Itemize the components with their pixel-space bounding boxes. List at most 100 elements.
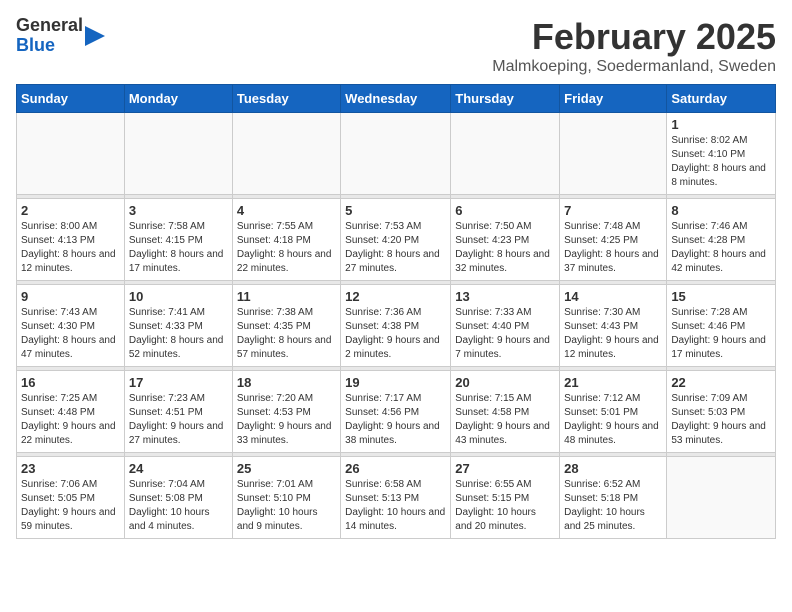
location-title: Malmkoeping, Soedermanland, Sweden <box>492 58 776 76</box>
day-number: 16 <box>21 375 120 390</box>
day-number: 12 <box>345 289 446 304</box>
day-number: 21 <box>564 375 662 390</box>
calendar-cell: 8Sunrise: 7:46 AM Sunset: 4:28 PM Daylig… <box>667 199 776 281</box>
day-number: 13 <box>455 289 555 304</box>
calendar-cell: 22 Sunrise: 7:09 AM Sunset: 5:03 PM Dayli… <box>667 371 776 453</box>
logo-text: General Blue <box>16 16 83 56</box>
day-info: Sunrise: 7:36 AM Sunset: 4:38 PM Dayligh… <box>345 306 446 362</box>
day-header-tuesday: Tuesday <box>232 85 340 113</box>
day-info: Sunrise: 7:50 AM Sunset: 4:23 PM Dayligh… <box>455 220 555 276</box>
day-number: 23 <box>21 461 120 476</box>
calendar-week-row: 16 Sunrise: 7:25 AM Sunset: 4:48 PM Dayli… <box>17 371 776 453</box>
day-number: 9 <box>21 289 120 304</box>
calendar-cell: 6 Sunrise: 7:50 AM Sunset: 4:23 PM Daylig… <box>451 199 560 281</box>
day-number: 26 <box>345 461 446 476</box>
day-info: Sunrise: 7:46 AM Sunset: 4:28 PM Dayligh… <box>671 220 771 276</box>
calendar-cell: 1 Sunrise: 8:02 AM Sunset: 4:10 PM Daylig… <box>667 113 776 195</box>
day-info: Sunrise: 7:38 AM Sunset: 4:35 PM Dayligh… <box>237 306 336 362</box>
calendar-cell: 2 Sunrise: 8:00 AM Sunset: 4:13 PM Daylig… <box>17 199 125 281</box>
calendar-cell: 11 Sunrise: 7:38 AM Sunset: 4:35 PM Dayli… <box>232 285 340 367</box>
day-info: Sunrise: 7:41 AM Sunset: 4:33 PM Dayligh… <box>129 306 228 362</box>
day-number: 19 <box>345 375 446 390</box>
day-info: Sunrise: 7:28 AM Sunset: 4:46 PM Dayligh… <box>671 306 771 362</box>
calendar-cell: 4Sunrise: 7:55 AM Sunset: 4:18 PM Daylig… <box>232 199 340 281</box>
day-number: 17 <box>129 375 228 390</box>
calendar-week-row: 2 Sunrise: 8:00 AM Sunset: 4:13 PM Daylig… <box>17 199 776 281</box>
day-header-thursday: Thursday <box>451 85 560 113</box>
day-number: 27 <box>455 461 555 476</box>
day-info: Sunrise: 8:00 AM Sunset: 4:13 PM Dayligh… <box>21 220 120 276</box>
day-info: Sunrise: 7:30 AM Sunset: 4:43 PM Dayligh… <box>564 306 662 362</box>
day-number: 1 <box>671 117 771 132</box>
calendar-cell: 17 Sunrise: 7:23 AM Sunset: 4:51 PM Dayli… <box>124 371 232 453</box>
calendar-cell: 19 Sunrise: 7:17 AM Sunset: 4:56 PM Dayli… <box>341 371 451 453</box>
day-number: 2 <box>21 203 120 218</box>
day-info: Sunrise: 7:58 AM Sunset: 4:15 PM Dayligh… <box>129 220 228 276</box>
calendar-cell: 21 Sunrise: 7:12 AM Sunset: 5:01 PM Dayli… <box>560 371 667 453</box>
calendar-cell: 12 Sunrise: 7:36 AM Sunset: 4:38 PM Dayli… <box>341 285 451 367</box>
day-info: Sunrise: 6:58 AM Sunset: 5:13 PM Dayligh… <box>345 478 446 534</box>
day-number: 6 <box>455 203 555 218</box>
logo: General Blue <box>16 16 105 56</box>
day-info: Sunrise: 6:55 AM Sunset: 5:15 PM Dayligh… <box>455 478 555 534</box>
calendar-cell: 16 Sunrise: 7:25 AM Sunset: 4:48 PM Dayli… <box>17 371 125 453</box>
day-info: Sunrise: 7:17 AM Sunset: 4:56 PM Dayligh… <box>345 392 446 448</box>
calendar-week-row: 23 Sunrise: 7:06 AM Sunset: 5:05 PM Dayli… <box>17 457 776 539</box>
calendar-week-row: 1 Sunrise: 8:02 AM Sunset: 4:10 PM Daylig… <box>17 113 776 195</box>
calendar-cell <box>667 457 776 539</box>
day-number: 10 <box>129 289 228 304</box>
calendar-cell <box>17 113 125 195</box>
day-info: Sunrise: 7:15 AM Sunset: 4:58 PM Dayligh… <box>455 392 555 448</box>
calendar-cell <box>560 113 667 195</box>
day-header-sunday: Sunday <box>17 85 125 113</box>
calendar-cell: 28 Sunrise: 6:52 AM Sunset: 5:18 PM Dayli… <box>560 457 667 539</box>
calendar-cell <box>124 113 232 195</box>
day-info: Sunrise: 6:52 AM Sunset: 5:18 PM Dayligh… <box>564 478 662 534</box>
day-header-saturday: Saturday <box>667 85 776 113</box>
day-number: 24 <box>129 461 228 476</box>
day-number: 14 <box>564 289 662 304</box>
calendar-cell: 14 Sunrise: 7:30 AM Sunset: 4:43 PM Dayli… <box>560 285 667 367</box>
day-info: Sunrise: 7:33 AM Sunset: 4:40 PM Dayligh… <box>455 306 555 362</box>
calendar-cell <box>451 113 560 195</box>
calendar-body: 1 Sunrise: 8:02 AM Sunset: 4:10 PM Daylig… <box>17 113 776 539</box>
calendar-cell: 24 Sunrise: 7:04 AM Sunset: 5:08 PM Dayli… <box>124 457 232 539</box>
day-info: Sunrise: 7:12 AM Sunset: 5:01 PM Dayligh… <box>564 392 662 448</box>
logo-arrow-icon <box>85 24 105 48</box>
day-info: Sunrise: 7:55 AM Sunset: 4:18 PM Dayligh… <box>237 220 336 276</box>
day-number: 22 <box>671 375 771 390</box>
day-number: 25 <box>237 461 336 476</box>
day-number: 11 <box>237 289 336 304</box>
calendar-cell: 3Sunrise: 7:58 AM Sunset: 4:15 PM Daylig… <box>124 199 232 281</box>
calendar-cell: 23 Sunrise: 7:06 AM Sunset: 5:05 PM Dayli… <box>17 457 125 539</box>
day-info: Sunrise: 7:01 AM Sunset: 5:10 PM Dayligh… <box>237 478 336 534</box>
calendar-cell: 7Sunrise: 7:48 AM Sunset: 4:25 PM Daylig… <box>560 199 667 281</box>
day-number: 5 <box>345 203 446 218</box>
calendar-cell: 10 Sunrise: 7:41 AM Sunset: 4:33 PM Dayli… <box>124 285 232 367</box>
day-number: 20 <box>455 375 555 390</box>
calendar-cell <box>232 113 340 195</box>
day-info: Sunrise: 7:43 AM Sunset: 4:30 PM Dayligh… <box>21 306 120 362</box>
calendar-cell: 5 Sunrise: 7:53 AM Sunset: 4:20 PM Daylig… <box>341 199 451 281</box>
calendar-cell: 13 Sunrise: 7:33 AM Sunset: 4:40 PM Dayli… <box>451 285 560 367</box>
day-header-wednesday: Wednesday <box>341 85 451 113</box>
calendar-week-row: 9 Sunrise: 7:43 AM Sunset: 4:30 PM Daylig… <box>17 285 776 367</box>
day-info: Sunrise: 8:02 AM Sunset: 4:10 PM Dayligh… <box>671 134 771 190</box>
day-info: Sunrise: 7:23 AM Sunset: 4:51 PM Dayligh… <box>129 392 228 448</box>
day-number: 15 <box>671 289 771 304</box>
calendar-cell: 18Sunrise: 7:20 AM Sunset: 4:53 PM Dayli… <box>232 371 340 453</box>
day-info: Sunrise: 7:06 AM Sunset: 5:05 PM Dayligh… <box>21 478 120 534</box>
day-number: 28 <box>564 461 662 476</box>
day-info: Sunrise: 7:09 AM Sunset: 5:03 PM Dayligh… <box>671 392 771 448</box>
day-info: Sunrise: 7:53 AM Sunset: 4:20 PM Dayligh… <box>345 220 446 276</box>
calendar-cell: 26 Sunrise: 6:58 AM Sunset: 5:13 PM Dayli… <box>341 457 451 539</box>
title-section: February 2025 Malmkoeping, Soedermanland… <box>492 16 776 76</box>
day-info: Sunrise: 7:25 AM Sunset: 4:48 PM Dayligh… <box>21 392 120 448</box>
day-info: Sunrise: 7:20 AM Sunset: 4:53 PM Dayligh… <box>237 392 336 448</box>
calendar-header-row: SundayMondayTuesdayWednesdayThursdayFrid… <box>17 85 776 113</box>
month-title: February 2025 <box>492 16 776 58</box>
calendar-cell: 20 Sunrise: 7:15 AM Sunset: 4:58 PM Dayli… <box>451 371 560 453</box>
day-number: 7 <box>564 203 662 218</box>
header: General Blue February 2025 Malmkoeping, … <box>16 16 776 76</box>
day-info: Sunrise: 7:04 AM Sunset: 5:08 PM Dayligh… <box>129 478 228 534</box>
